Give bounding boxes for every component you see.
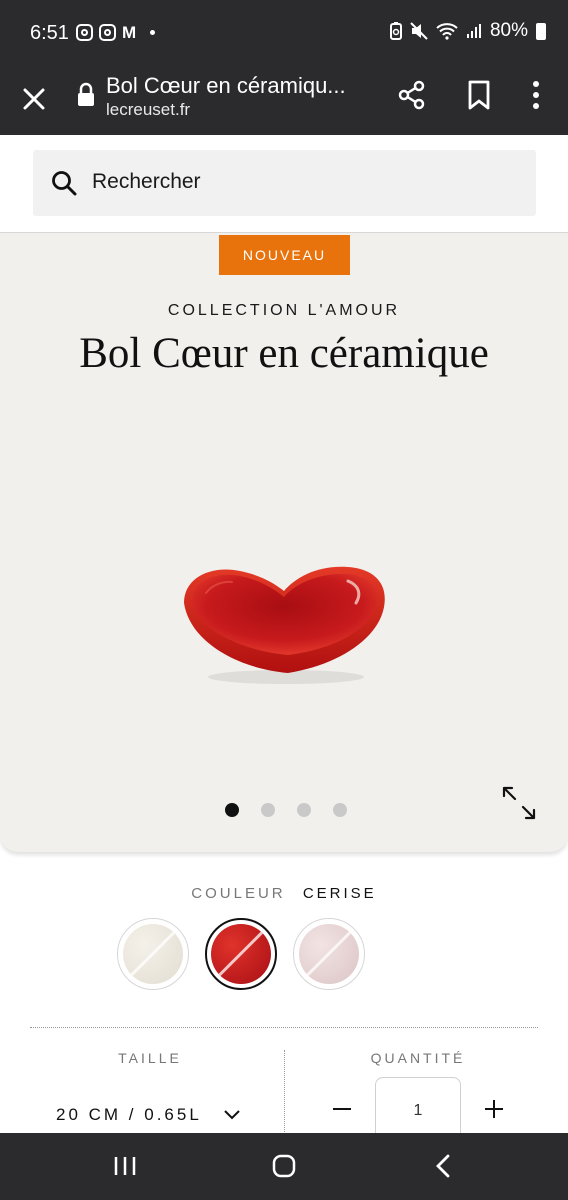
- divider: [30, 1027, 538, 1028]
- back-button[interactable]: [433, 1153, 453, 1179]
- divider: [284, 1050, 285, 1134]
- color-label-text: COULEUR: [191, 885, 286, 902]
- swatch-color: [211, 924, 271, 984]
- search-icon: [52, 171, 77, 196]
- decrease-quantity-button[interactable]: [330, 1097, 354, 1121]
- battery-icon: [536, 22, 546, 40]
- share-button[interactable]: [396, 79, 428, 111]
- notification-dot-icon: [150, 30, 156, 35]
- system-icons: 80%: [389, 20, 546, 42]
- notification-icons: M: [76, 23, 156, 42]
- status-bar: 6:51 M 80%: [0, 0, 568, 66]
- color-swatches: [117, 918, 365, 990]
- mute-icon: [410, 22, 428, 40]
- carousel-dot[interactable]: [261, 803, 275, 817]
- carousel-dot[interactable]: [297, 803, 311, 817]
- bookmark-button[interactable]: [464, 79, 494, 111]
- swatch-color: [299, 924, 359, 984]
- carousel-dot[interactable]: [333, 803, 347, 817]
- instagram-icon: [76, 24, 93, 41]
- page-title[interactable]: Bol Cœur en céramiqu...: [106, 73, 368, 99]
- signal-icon: [466, 24, 481, 38]
- search-section: Rechercher: [0, 135, 568, 233]
- quantity-label: QUANTITÉ: [370, 1050, 466, 1066]
- carousel-dot[interactable]: [225, 803, 239, 817]
- size-label: TAILLE: [118, 1050, 182, 1066]
- battery-saver-icon: [389, 22, 402, 40]
- home-button[interactable]: [271, 1153, 297, 1179]
- swatch-meringue[interactable]: [117, 918, 189, 990]
- color-value: CERISE: [302, 885, 377, 902]
- status-time: 6:51: [30, 22, 69, 44]
- search-placeholder: Rechercher: [92, 170, 201, 193]
- expand-icon[interactable]: [500, 784, 538, 822]
- swatch-shell-pink[interactable]: [293, 918, 365, 990]
- search-input[interactable]: Rechercher: [33, 150, 536, 216]
- page-url[interactable]: lecreuset.fr: [106, 100, 190, 120]
- color-label: COULEUR CERISE: [0, 885, 568, 902]
- size-value: 20 CM / 0.65L: [56, 1105, 202, 1124]
- increase-quantity-button[interactable]: [482, 1097, 506, 1121]
- more-menu-button[interactable]: [524, 79, 548, 111]
- wifi-icon: [436, 23, 458, 40]
- new-badge: NOUVEAU: [219, 235, 350, 275]
- battery-percent: 80%: [489, 20, 528, 41]
- swatch-cerise[interactable]: [205, 918, 277, 990]
- chevron-down-icon: [224, 1110, 240, 1120]
- lock-icon: [78, 82, 94, 106]
- instagram-icon: [99, 24, 116, 41]
- system-nav-bar: [0, 1133, 568, 1200]
- swatch-color: [123, 924, 183, 984]
- product-title: Bol Cœur en céramique: [79, 330, 489, 377]
- carousel-indicator: [225, 803, 347, 817]
- product-hero: NOUVEAU COLLECTION L'AMOUR Bol Cœur en c…: [0, 233, 568, 852]
- gmail-icon: M: [122, 23, 137, 42]
- close-button[interactable]: [18, 83, 50, 115]
- size-select[interactable]: 20 CM / 0.65L: [56, 1105, 240, 1125]
- product-image[interactable]: [178, 563, 390, 689]
- collection-name[interactable]: COLLECTION L'AMOUR: [0, 302, 568, 320]
- browser-toolbar: Bol Cœur en céramiqu... lecreuset.fr: [0, 66, 568, 135]
- recents-button[interactable]: [113, 1155, 137, 1177]
